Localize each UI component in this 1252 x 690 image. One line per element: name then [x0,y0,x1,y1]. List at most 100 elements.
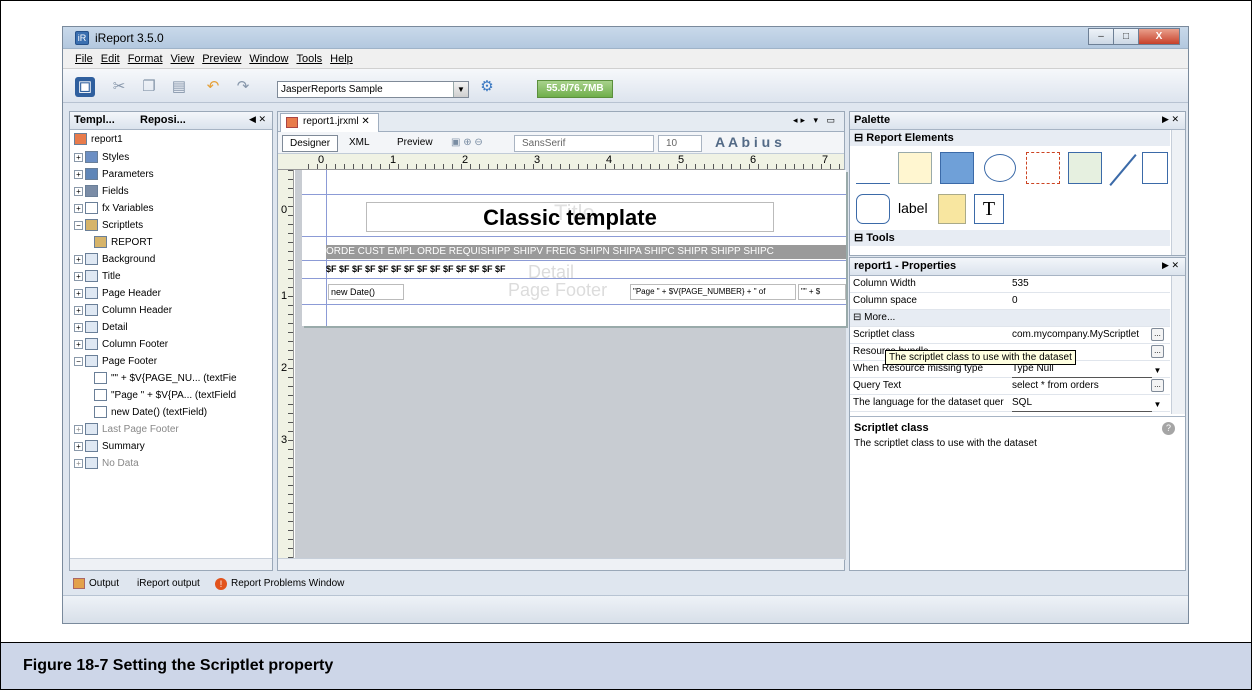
menu-window[interactable]: Window [249,49,288,68]
tree-item[interactable]: + Detail [74,320,128,336]
expand-icon[interactable]: + [74,441,83,451]
tree-item[interactable]: + Title [74,269,121,285]
ireport-output-tab[interactable]: iReport output [137,575,200,593]
save-icon[interactable]: ▣ [75,77,95,97]
zoom-icons[interactable]: ▣ ⊕ ⊖ [444,135,490,152]
tree-item[interactable]: + Summary [74,439,145,455]
menu-file[interactable]: File [75,49,93,68]
property-row[interactable]: ⊟ More... [850,310,1170,327]
list-tool-icon[interactable] [938,194,966,224]
property-row[interactable]: Column Width 535 [850,276,1170,293]
tab-nav-icon[interactable]: ◂▸ ▾ ▭ [793,115,838,126]
tree-item[interactable]: − Page Footer [74,354,157,370]
tree-item[interactable]: + No Data [74,456,139,472]
font-combo[interactable]: SansSerif [514,135,654,152]
column-header-band[interactable]: ORDE CUST EMPL ORDE REQUISHIPP SHIPV FRE… [326,245,846,259]
copy-icon[interactable]: ❐ [139,77,159,97]
maximize-button[interactable]: □ [1113,28,1139,45]
menu-format[interactable]: Format [128,49,163,68]
date-textfield[interactable]: new Date() [328,284,404,300]
expand-icon[interactable]: + [74,288,83,298]
tree-item[interactable]: "" + $V{PAGE_NU... (textFie [94,371,237,387]
expand-icon[interactable]: + [74,424,83,434]
properties-vscroll[interactable] [1171,276,1185,414]
tree-item[interactable]: + fx Variables [74,201,154,217]
expand-icon[interactable]: + [74,271,83,281]
rectangle-tool-icon[interactable] [1142,152,1168,184]
report-page[interactable]: Title Classic template ORDE CUST EMPL OR… [302,170,846,326]
ellipsis-button[interactable]: ... [1151,328,1164,341]
tree-item[interactable]: + Parameters [74,167,154,183]
frame-tool-icon[interactable] [1026,152,1060,184]
property-row[interactable]: Query Text select * from orders... [850,378,1170,395]
tree-root[interactable]: report1 [74,132,123,148]
property-row[interactable]: The language for the dataset quer SQL ▼ [850,395,1170,412]
property-value[interactable]: 0 [1012,293,1152,309]
page-total-textfield[interactable]: "" + $ [798,284,846,300]
detail-fields[interactable]: $F $F $F $F $F $F $F $F $F $F $F $F $F $… [326,262,846,276]
close-button[interactable]: X [1138,28,1180,45]
expand-icon[interactable]: + [74,152,83,162]
expand-icon[interactable]: + [74,458,83,468]
property-value[interactable]: SQL ▼ [1012,395,1161,412]
expand-icon[interactable]: + [74,186,83,196]
report-elements-section[interactable]: ⊟ Report Elements [850,130,1170,146]
expand-icon[interactable]: + [74,254,83,264]
textfield-tool-icon[interactable]: T [974,194,1004,224]
tree-item[interactable]: + Last Page Footer [74,422,179,438]
font-size-combo[interactable]: 10 [658,135,702,152]
tree-item[interactable]: + Fields [74,184,129,200]
tree-item[interactable]: + Background [74,252,155,268]
output-tab[interactable]: Output [89,575,119,593]
expand-icon[interactable]: + [74,322,83,332]
paste-icon[interactable]: ▤ [169,77,189,97]
palette-vscroll[interactable] [1171,130,1185,255]
tree-item[interactable]: + Column Footer [74,337,168,353]
property-value[interactable]: com.mycompany.MyScriptlet... [1012,327,1164,343]
redo-icon[interactable]: ↷ [233,77,253,97]
problems-tab[interactable]: Report Problems Window [231,575,344,593]
designer-button[interactable]: Designer [282,135,339,152]
close-icon[interactable]: ▶ ✕ [1162,260,1179,271]
label-tool[interactable]: label [898,200,928,216]
ellipsis-button[interactable]: ... [1151,379,1164,392]
expand-icon[interactable]: + [74,169,83,179]
title-textfield[interactable]: Classic template [366,202,774,232]
tree-item[interactable]: REPORT [94,235,153,251]
expand-icon[interactable]: + [74,305,83,315]
menu-view[interactable]: View [171,49,195,68]
menu-help[interactable]: Help [330,49,353,68]
image-tool-icon[interactable] [1068,152,1102,184]
preview-button[interactable]: Preview [390,135,440,152]
close-icon[interactable]: ◀ ✕ [249,114,266,125]
editor-hscroll[interactable] [278,558,844,570]
inspector-hscroll[interactable] [70,558,272,570]
minimize-button[interactable]: – [1088,28,1114,45]
expand-icon[interactable]: + [74,203,83,213]
tab-repository[interactable]: Reposi... [140,114,186,126]
tree-item[interactable]: "Page " + $V{PA... (textField [94,388,236,404]
tab-templates[interactable]: Templ... [74,114,115,126]
round-rect-tool-icon[interactable] [856,194,890,224]
line-diagonal-icon[interactable] [1109,154,1137,186]
undo-icon[interactable]: ↶ [203,77,223,97]
expand-icon[interactable]: + [74,339,83,349]
chevron-down-icon[interactable]: ▼ [1151,397,1164,410]
tab-report1-jrxml[interactable]: report1.jrxml ✕ [280,113,379,132]
cut-icon[interactable]: ✂ [109,77,129,97]
design-canvas[interactable]: Title Classic template ORDE CUST EMPL OR… [295,170,846,560]
page-number-textfield[interactable]: "Page " + $V{PAGE_NUMBER} + " of [630,284,796,300]
property-value[interactable]: 535 [1012,276,1152,292]
chart-tool-icon[interactable] [898,152,932,184]
menu-preview[interactable]: Preview [202,49,241,68]
line-tool-icon[interactable] [856,152,890,184]
datasource-combo[interactable]: JasperReports Sample ▼ [277,81,469,98]
tree-item[interactable]: + Page Header [74,286,161,302]
chevron-down-icon[interactable]: ▼ [1151,363,1164,376]
menu-edit[interactable]: Edit [101,49,120,68]
tree-item[interactable]: − Scriptlets [74,218,143,234]
datasource-manager-icon[interactable]: ⚙ [477,77,497,97]
collapse-icon[interactable]: − [74,220,83,230]
menu-tools[interactable]: Tools [296,49,322,68]
property-row[interactable]: Column space 0 [850,293,1170,310]
